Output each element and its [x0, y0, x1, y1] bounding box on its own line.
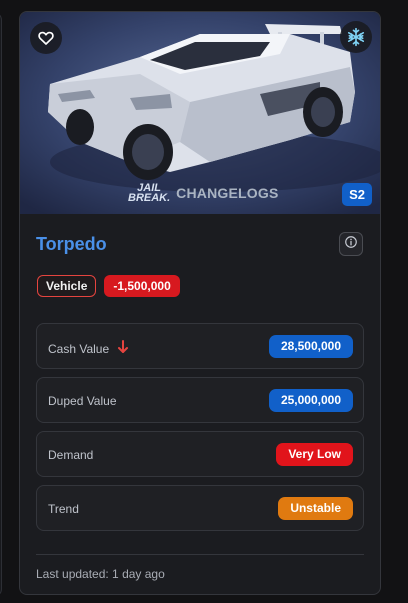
season-badge: S2 [342, 183, 372, 206]
stat-row-demand: Demand Very Low [36, 431, 364, 477]
stat-value: Very Low [276, 443, 353, 466]
stat-label: Duped Value [48, 394, 117, 408]
stat-row-duped-value: Duped Value 25,000,000 [36, 377, 364, 423]
stat-label: Cash Value [48, 341, 110, 356]
limited-badge [340, 21, 372, 53]
watermark: JAIL BREAK. CHANGELOGS [128, 183, 279, 204]
item-tags: Vehicle -1,500,000 [37, 275, 180, 297]
stat-value: Unstable [278, 497, 353, 520]
favorite-button[interactable] [30, 22, 62, 54]
snowflake-icon [346, 27, 366, 47]
stat-value: 28,500,000 [268, 335, 353, 358]
vehicle-image: JAIL BREAK. CHANGELOGS S2 [20, 12, 380, 214]
info-icon [344, 235, 358, 254]
arrow-down-icon [117, 340, 129, 357]
stat-label: Demand [48, 448, 94, 462]
stat-label: Trend [48, 502, 79, 516]
stat-value: 25,000,000 [268, 389, 353, 412]
stat-row-trend: Trend Unstable [36, 485, 364, 531]
watermark-logo: JAIL BREAK. [128, 183, 171, 204]
stat-label-wrap: Cash Value [48, 340, 129, 357]
last-updated: Last updated: 1 day ago [36, 567, 165, 581]
divider [36, 554, 364, 555]
info-button[interactable] [339, 232, 363, 256]
value-change-tag: -1,500,000 [104, 275, 180, 297]
item-title[interactable]: Torpedo [36, 234, 107, 255]
watermark-logo-line2: BREAK. [128, 192, 171, 204]
adjacent-card-edge [0, 12, 2, 597]
item-card: JAIL BREAK. CHANGELOGS S2 Torpedo Vehicl… [19, 11, 381, 595]
type-tag: Vehicle [37, 275, 97, 297]
stat-row-cash-value: Cash Value 28,500,000 [36, 323, 364, 369]
watermark-text: CHANGELOGS [176, 185, 279, 201]
heart-icon [37, 29, 55, 47]
